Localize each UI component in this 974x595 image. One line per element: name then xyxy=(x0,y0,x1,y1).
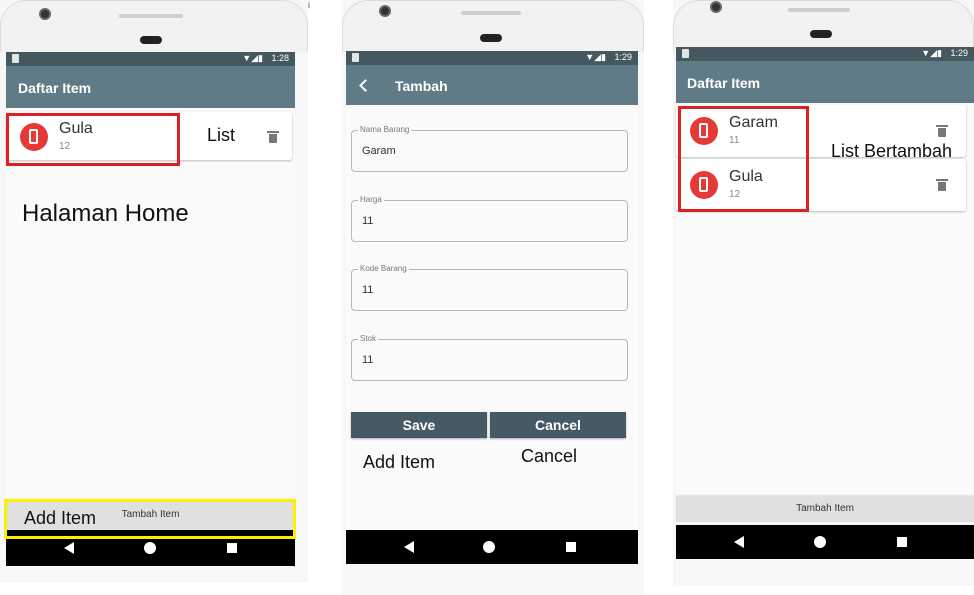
save-button[interactable]: Save xyxy=(351,412,487,438)
annotation-home: Halaman Home xyxy=(22,200,189,227)
field-label: Nama Barang xyxy=(358,125,412,134)
status-time: 1:29 xyxy=(614,52,632,62)
annotation-cancel: Cancel xyxy=(521,446,578,466)
camera xyxy=(379,5,391,17)
annotation-add-item: Add Item xyxy=(24,508,97,528)
status-bar: ▼◢▮ 1:29 xyxy=(676,47,974,61)
field-label: Stok xyxy=(358,334,379,343)
app-bar: Daftar Item xyxy=(676,61,974,103)
cancel-label: Cancel xyxy=(535,417,581,433)
phone-add-form: ▼◢▮ 1:29 Tambah Nama Barang Garam Harga … xyxy=(342,0,644,595)
harga-field[interactable]: Harga 11 xyxy=(351,195,628,242)
delete-icon[interactable] xyxy=(267,131,279,143)
speaker-grille xyxy=(119,14,183,18)
nama-barang-field[interactable]: Nama Barang Garam xyxy=(351,125,628,172)
delete-icon[interactable] xyxy=(936,125,948,137)
status-time: 1:28 xyxy=(271,53,289,63)
page-title: Tambah xyxy=(395,78,448,94)
add-item-label: Tambah Item xyxy=(796,503,854,514)
cancel-button[interactable]: Cancel xyxy=(490,412,626,438)
nav-back-icon[interactable] xyxy=(404,541,414,553)
camera xyxy=(39,8,51,20)
page-title: Daftar Item xyxy=(18,80,92,96)
sim-icon xyxy=(682,49,689,58)
annotation-list: List xyxy=(207,125,236,145)
status-bar: ▼◢▮ 1:28 xyxy=(6,52,295,66)
wifi-signal-battery-icon: ▼◢▮ xyxy=(921,48,942,58)
wifi-signal-battery-icon: ▼◢▮ xyxy=(242,53,263,63)
highlight-list-item xyxy=(6,113,180,166)
field-value: 11 xyxy=(362,354,374,366)
list-content: Gula 12 xyxy=(6,108,295,496)
phone-bezel xyxy=(342,0,644,52)
phone-home: ▼◢▮ 1:28 Daftar Item Gula 12 Tambah Item xyxy=(0,0,308,582)
speaker-grille xyxy=(788,8,850,12)
add-item-button[interactable]: Tambah Item xyxy=(676,496,974,522)
annotation-add-item: Add Item xyxy=(363,452,436,472)
sim-icon xyxy=(352,53,359,62)
field-label: Kode Barang xyxy=(358,264,409,273)
save-label: Save xyxy=(402,417,436,433)
status-time: 1:29 xyxy=(950,48,968,58)
kode-barang-field[interactable]: Kode Barang 11 xyxy=(351,264,628,311)
camera xyxy=(710,1,722,13)
delete-icon[interactable] xyxy=(936,179,948,191)
app-bar: Tambah xyxy=(346,65,638,105)
nav-home-icon[interactable] xyxy=(483,541,495,553)
nav-recent-icon[interactable] xyxy=(897,537,907,547)
phone-bezel xyxy=(0,0,308,52)
phone-list-updated: ▼◢▮ 1:29 Daftar Item Garam 11 Gula 12 Ta… xyxy=(673,0,974,586)
nav-bar xyxy=(346,530,638,564)
annotation-list-bertambah: List Bertambah xyxy=(831,141,953,161)
app-bar: Daftar Item xyxy=(6,66,295,108)
nav-back-icon[interactable] xyxy=(734,536,744,548)
nav-bar xyxy=(676,525,974,559)
highlight-list-items xyxy=(678,106,809,212)
back-arrow-icon[interactable] xyxy=(359,79,372,92)
page-title: Daftar Item xyxy=(687,75,761,91)
sim-icon xyxy=(12,54,19,63)
nav-recent-icon[interactable] xyxy=(566,542,576,552)
phone-bezel xyxy=(673,0,974,52)
wifi-signal-battery-icon: ▼◢▮ xyxy=(585,52,606,62)
field-label: Harga xyxy=(358,195,384,204)
earpiece xyxy=(480,34,502,42)
nav-home-icon[interactable] xyxy=(814,536,826,548)
field-value: 11 xyxy=(362,284,374,296)
earpiece xyxy=(140,36,162,44)
speaker-grille xyxy=(461,11,521,15)
field-value: 11 xyxy=(362,215,374,227)
field-value: Garam xyxy=(362,145,396,157)
nav-recent-icon[interactable] xyxy=(227,543,237,553)
nav-home-icon[interactable] xyxy=(144,542,156,554)
earpiece xyxy=(810,30,832,38)
nav-back-icon[interactable] xyxy=(64,542,74,554)
stok-field[interactable]: Stok 11 xyxy=(351,334,628,381)
status-bar: ▼◢▮ 1:29 xyxy=(346,51,638,65)
